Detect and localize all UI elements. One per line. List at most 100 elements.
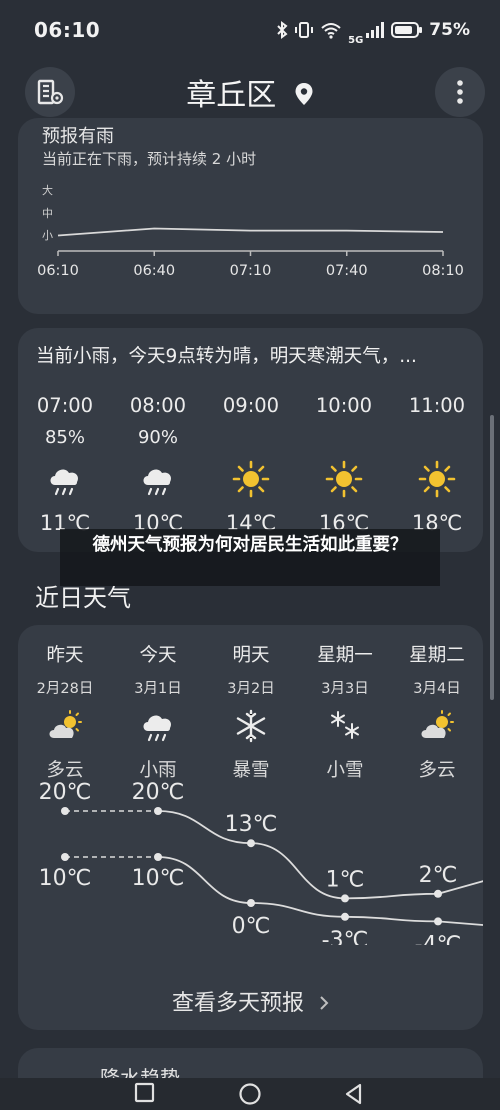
temp-label: 10℃ (132, 866, 185, 891)
day-date: 3月2日 (227, 681, 275, 697)
day-name: 星期一 (317, 645, 373, 666)
scrollbar[interactable] (490, 415, 494, 700)
rain-title: 预报有雨 (42, 126, 114, 147)
hour-item: 09:00 14℃ (206, 394, 296, 535)
y-tick-label: 大 (42, 183, 53, 197)
light-snow-icon (325, 708, 365, 744)
data-point (247, 899, 255, 907)
more-options-button[interactable] (435, 67, 485, 117)
day-name: 明天 (232, 645, 270, 666)
y-tick-label: 中 (42, 207, 53, 220)
hour-item: 07:00 85% 11℃ (20, 394, 110, 535)
temp-label: -3℃ (322, 928, 369, 945)
city-name: 章丘区 (186, 78, 277, 113)
data-point (434, 889, 442, 898)
x-tick-label: 08:10 (422, 263, 464, 279)
hour-item: 11:00 18℃ (392, 394, 482, 535)
hour-time: 11:00 (408, 394, 466, 417)
data-point (61, 853, 69, 861)
day-name: 昨天 (46, 645, 84, 666)
chevron-right-icon (319, 992, 329, 1017)
day-item[interactable]: 昨天 2月28日 多云 (18, 641, 112, 782)
navigation-bar (0, 1078, 500, 1110)
battery-icon (391, 22, 423, 38)
battery-level: 75% (429, 20, 470, 40)
hour-item: 08:00 90% 10℃ (113, 394, 203, 535)
x-tick-label: 07:40 (326, 263, 368, 279)
location-pin-icon (294, 79, 314, 114)
partly-cloudy-icon (45, 708, 85, 744)
y-tick-label: 小 (42, 229, 53, 242)
signal-icon (366, 22, 385, 38)
rain-subtitle: 当前正在下雨，预计持续 2 小时 (42, 150, 257, 168)
x-tick-label: 06:10 (37, 263, 79, 279)
hour-precip-prob: 90% (137, 427, 178, 448)
temp-label: 0℃ (232, 914, 271, 939)
data-point (434, 917, 442, 926)
status-bar: 06:10 5G 75% (0, 0, 500, 60)
temp-label: -4℃ (415, 932, 462, 945)
day-date: 2月28日 (36, 681, 94, 697)
data-point (341, 894, 349, 903)
day-name: 星期二 (409, 645, 465, 666)
day-date: 3月4日 (413, 681, 461, 697)
day-date: 3月3日 (321, 681, 369, 697)
data-point (154, 807, 162, 815)
x-tick-label: 07:10 (230, 263, 272, 279)
day-item[interactable]: 今天 3月1日 小雨 (111, 641, 205, 782)
temp-label: 2℃ (419, 863, 458, 888)
snowflake-icon (231, 708, 271, 744)
status-icons: 5G 75% (276, 15, 470, 46)
hour-item: 10:00 16℃ (299, 394, 389, 535)
day-item[interactable]: 星期二 3月4日 多云 (390, 641, 483, 782)
day-date: 3月1日 (134, 681, 182, 697)
hour-time: 09:00 (222, 394, 280, 417)
hour-time: 10:00 (315, 394, 373, 417)
day-item[interactable]: 明天 3月2日 暴雪 (204, 641, 298, 782)
hour-precip-prob (299, 427, 389, 449)
hour-time: 08:00 (129, 394, 187, 417)
article-overlay-banner[interactable]: 德州天气预报为何对居民生活如此重要？ (60, 529, 440, 586)
more-vertical-icon (457, 80, 463, 104)
weather-summary: 当前小雨，今天9点转为晴，明天寒潮天气，... (36, 346, 417, 367)
sun-icon (324, 459, 364, 499)
x-tick-label: 06:40 (133, 263, 175, 279)
temp-label: 20℃ (132, 780, 185, 805)
hour-precip-prob (206, 427, 296, 449)
network-type: 5G (348, 34, 364, 46)
cloud-rain-icon (138, 708, 178, 744)
data-point (341, 912, 349, 921)
temp-label: 20℃ (39, 780, 92, 805)
more-days-label: 查看多天预报 (171, 991, 304, 1016)
partly-cloudy-icon (417, 708, 457, 744)
cloud-rain-icon (45, 459, 85, 499)
hour-precip-prob: 85% (44, 427, 85, 448)
rain-chart: 大中小 06:10 06:40 07:10 07:40 08:10 (37, 183, 464, 279)
status-time: 06:10 (34, 18, 101, 42)
day-item[interactable]: 星期一 3月3日 小雪 (298, 641, 392, 782)
header: 章丘区 (0, 60, 500, 124)
data-point (154, 853, 162, 861)
sun-icon (417, 459, 457, 499)
temp-label: 10℃ (39, 866, 92, 891)
bluetooth-icon (277, 21, 288, 39)
temp-label: 1℃ (326, 867, 365, 892)
rain-forecast-card[interactable]: 预报有雨 当前正在下雨，预计持续 2 小时 大中小 06:10 06:40 07:10… (18, 118, 483, 314)
hour-time: 07:00 (36, 394, 94, 417)
city-title[interactable]: 章丘区 (0, 70, 500, 114)
hourly-forecast-card[interactable]: 当前小雨，今天9点转为晴，明天寒潮天气，... 07:00 85% 11℃ 08… (18, 328, 483, 552)
data-point (61, 807, 69, 815)
sun-icon (231, 459, 271, 499)
wifi-icon (321, 23, 341, 39)
vibrate-icon (295, 22, 314, 38)
temp-label: 13℃ (225, 812, 278, 837)
home-icon[interactable] (238, 1082, 262, 1106)
data-point (247, 839, 255, 848)
daily-forecast-card[interactable]: 昨天 2月28日 多云 今天 3月1日 小雨 明天 3月2日 暴雪 星期一 3月… (18, 625, 483, 1030)
more-days-button[interactable]: 查看多天预报 (18, 985, 483, 1017)
rain-series-line (57, 227, 444, 237)
recent-apps-icon[interactable] (134, 1082, 156, 1104)
back-icon[interactable] (343, 1082, 365, 1106)
cloud-rain-icon (138, 459, 178, 499)
day-name: 今天 (139, 645, 177, 666)
